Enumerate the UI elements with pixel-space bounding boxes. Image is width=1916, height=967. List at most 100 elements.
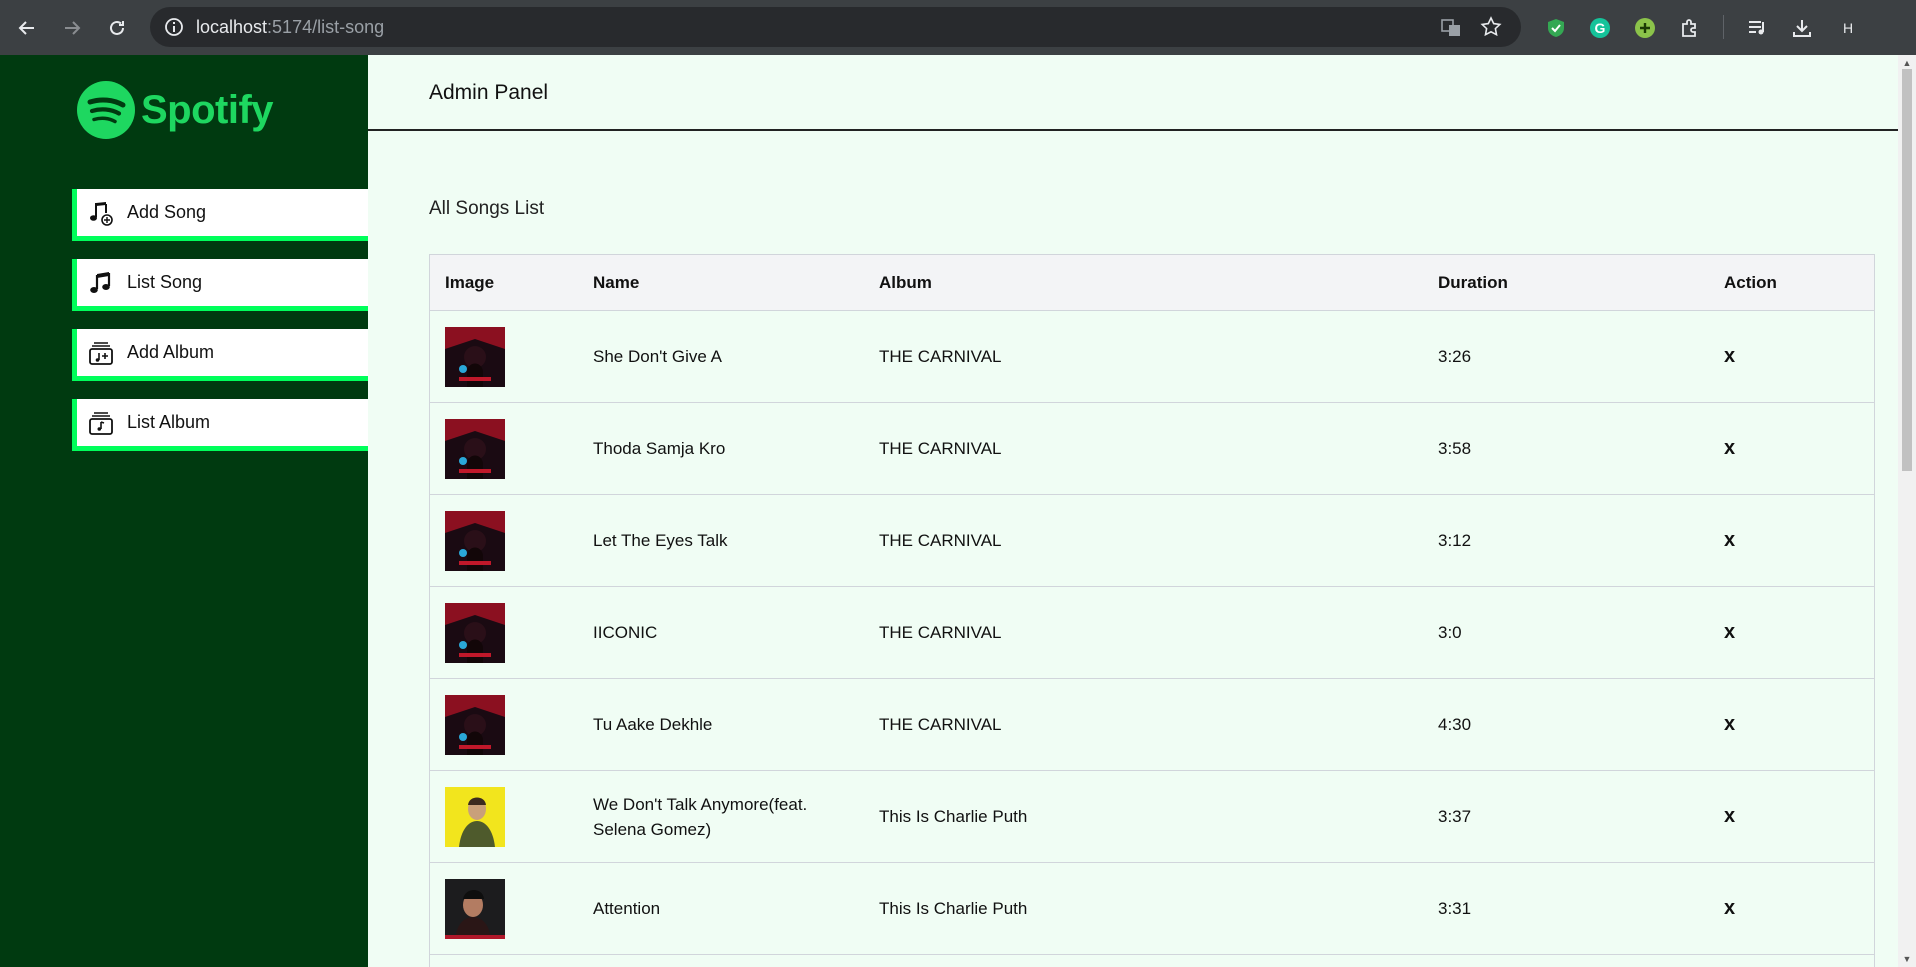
section-title: All Songs List: [429, 198, 545, 219]
sidebar: Spotify Add Song List Song Add Album Lis…: [0, 55, 368, 967]
shield-extension-icon[interactable]: [1541, 13, 1571, 43]
spotify-logo-icon: [77, 81, 135, 139]
extensions-puzzle-icon[interactable]: [1675, 13, 1705, 43]
carnival-cover-art: [445, 418, 505, 479]
carnival-cover-art: [445, 602, 505, 663]
sidebar-item-label: Add Song: [127, 202, 207, 222]
translate-icon[interactable]: [1440, 17, 1462, 44]
song-album: THE CARNIVAL: [879, 438, 1002, 458]
toolbar-divider: [1723, 15, 1724, 39]
browser-toolbar: localhost:5174/list-song G H: [0, 0, 1916, 55]
song-cover-image: [445, 771, 505, 862]
table-row: Let The Eyes Talk THE CARNIVAL 3:12 x: [429, 495, 1875, 587]
table-row: Thoda Samja Kro THE CARNIVAL 3:58 x: [429, 403, 1875, 495]
admin-header: Admin Panel: [368, 55, 1898, 131]
delete-song-button[interactable]: x: [1724, 495, 1735, 586]
table-row: Tu Aake Dekhle THE CARNIVAL 4:30 x: [429, 679, 1875, 771]
spotify-brand-text: Spotify: [141, 87, 274, 132]
song-duration: 3:31: [1438, 898, 1472, 918]
song-album: THE CARNIVAL: [879, 714, 1002, 734]
scrollbar-thumb[interactable]: [1902, 69, 1912, 471]
media-controls-icon[interactable]: [1742, 13, 1772, 43]
sidebar-item-label: Add Album: [127, 342, 215, 362]
song-album: This Is Charlie Puth: [879, 806, 1028, 826]
charlie-dark-cover-art: [445, 878, 505, 939]
song-cover-image: [445, 311, 505, 402]
album-add-icon: [87, 339, 115, 367]
song-name: Let The Eyes Talk: [593, 531, 728, 550]
sidebar-item-add-song[interactable]: Add Song: [72, 189, 368, 241]
bookmark-star-icon[interactable]: [1480, 16, 1502, 43]
delete-song-button[interactable]: x: [1724, 771, 1735, 862]
song-duration: 3:26: [1438, 346, 1472, 366]
carnival-cover-art: [445, 694, 505, 755]
music-note-add-icon: [87, 199, 115, 227]
reload-icon[interactable]: [102, 13, 132, 43]
column-header-duration: Duration: [1438, 272, 1508, 292]
table-row: [429, 955, 1875, 967]
column-header-action: Action: [1724, 272, 1777, 292]
url-path: :5174/list-song: [267, 17, 385, 37]
table-row: She Don't Give A THE CARNIVAL 3:26 x: [429, 311, 1875, 403]
sidebar-item-label: List Song: [127, 272, 203, 292]
svg-text:G: G: [1595, 20, 1606, 36]
scroll-down-icon[interactable]: ▼: [1902, 954, 1912, 964]
sidebar-item-add-album[interactable]: Add Album: [72, 329, 368, 381]
song-duration: 3:12: [1438, 530, 1472, 550]
song-duration: 3:58: [1438, 438, 1472, 458]
delete-song-button[interactable]: x: [1724, 587, 1735, 678]
song-duration: 3:0: [1438, 622, 1462, 642]
sidebar-item-label: List Album: [127, 412, 211, 432]
song-name: Attention: [593, 899, 661, 918]
delete-song-button[interactable]: x: [1724, 403, 1735, 494]
song-name: Thoda Samja Kro: [593, 439, 726, 458]
song-album: This Is Charlie Puth: [879, 898, 1028, 918]
music-note-icon: [87, 269, 115, 297]
carnival-cover-art: [445, 510, 505, 571]
song-name: We Don't Talk Anymore(feat. Selena Gomez…: [593, 794, 808, 839]
songs-table: Image Name Album Duration Action She Don…: [429, 254, 1875, 967]
song-cover-image: [445, 495, 505, 586]
song-cover-image: [445, 587, 505, 678]
carnival-cover-art: [445, 326, 505, 387]
song-cover-image: [445, 679, 505, 770]
spotify-logo[interactable]: Spotify: [77, 81, 274, 139]
profile-avatar[interactable]: H: [1833, 13, 1863, 43]
song-duration: 4:30: [1438, 714, 1472, 734]
profile-initial: H: [1842, 20, 1854, 36]
album-list-icon: [87, 409, 115, 437]
charlie-yellow-cover-art: [445, 786, 505, 847]
table-row: IICONIC THE CARNIVAL 3:0 x: [429, 587, 1875, 679]
column-header-name: Name: [593, 273, 640, 292]
grammarly-icon[interactable]: G: [1585, 13, 1615, 43]
forward-icon[interactable]: [57, 13, 87, 43]
back-icon[interactable]: [12, 13, 42, 43]
delete-song-button[interactable]: x: [1724, 679, 1735, 770]
song-album: THE CARNIVAL: [879, 530, 1002, 550]
delete-song-button[interactable]: x: [1724, 863, 1735, 954]
song-name: She Don't Give A: [593, 347, 722, 366]
song-name: Tu Aake Dekhle: [593, 715, 713, 734]
site-info-icon[interactable]: [164, 17, 184, 42]
main-content: Admin Panel All Songs List Image Name Al…: [368, 55, 1898, 967]
column-header-image: Image: [445, 272, 495, 292]
url-host: localhost: [196, 17, 268, 37]
download-icon[interactable]: [1787, 13, 1817, 43]
table-header-row: Image Name Album Duration Action: [429, 254, 1875, 311]
song-cover-image: [445, 863, 505, 954]
sidebar-item-list-song[interactable]: List Song: [72, 259, 368, 311]
url-text[interactable]: localhost:5174/list-song: [196, 7, 384, 47]
table-row: Attention This Is Charlie Puth 3:31 x: [429, 863, 1875, 955]
address-bar[interactable]: localhost:5174/list-song: [150, 7, 1521, 47]
song-duration: 3:37: [1438, 806, 1472, 826]
plus-extension-icon[interactable]: [1630, 13, 1660, 43]
sidebar-item-list-album[interactable]: List Album: [72, 399, 368, 451]
scroll-up-icon[interactable]: ▲: [1902, 58, 1912, 68]
song-album: THE CARNIVAL: [879, 346, 1002, 366]
page-title: Admin Panel: [429, 81, 549, 104]
song-album: THE CARNIVAL: [879, 622, 1002, 642]
table-row: We Don't Talk Anymore(feat. Selena Gomez…: [429, 771, 1875, 863]
delete-song-button[interactable]: x: [1724, 311, 1735, 402]
song-cover-image: [445, 403, 505, 494]
song-name: IICONIC: [593, 623, 658, 642]
